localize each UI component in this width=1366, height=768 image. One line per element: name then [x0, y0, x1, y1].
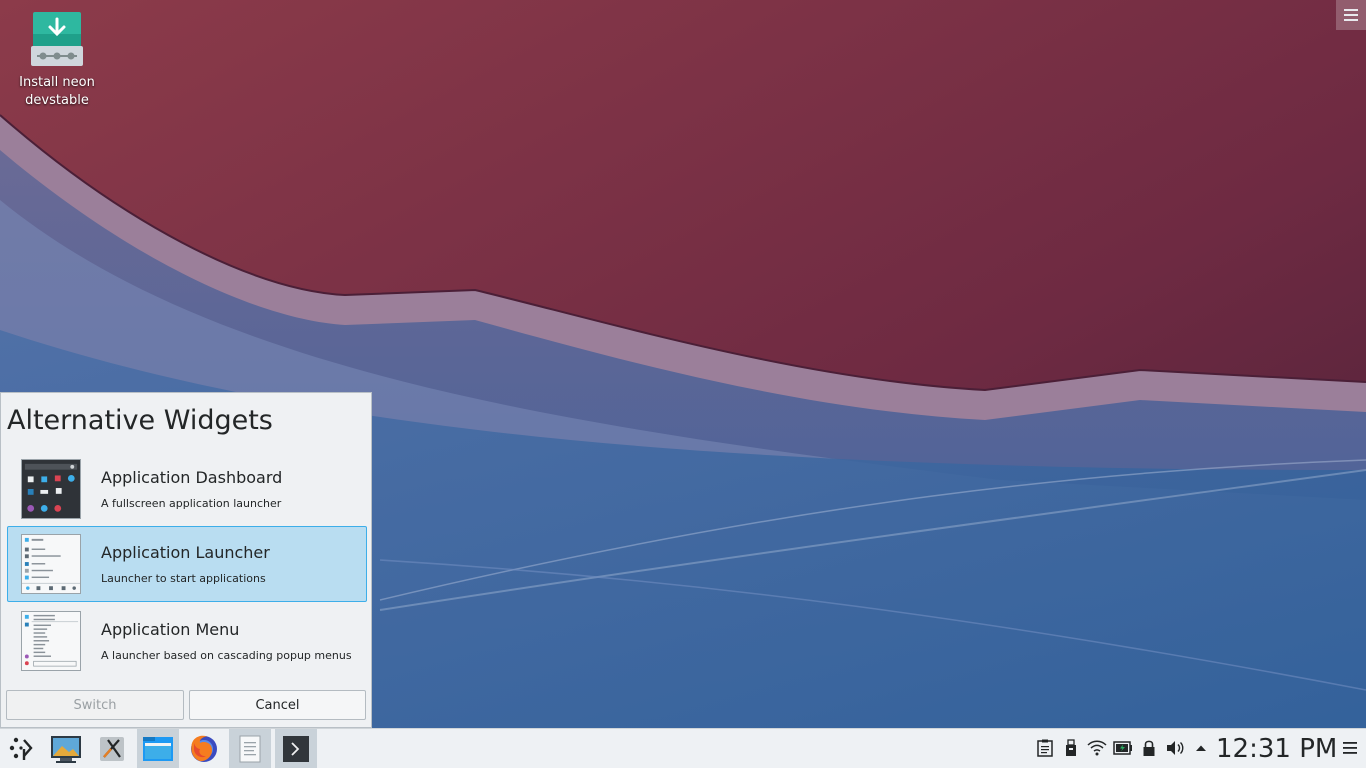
alternative-item-dashboard[interactable]: Application Dashboard A fullscreen appli… — [7, 451, 367, 527]
taskbar: 12:31 PM — [0, 728, 1366, 768]
dashboard-thumbnail-icon — [21, 459, 81, 519]
file-manager-icon — [143, 736, 173, 761]
alternative-widgets-panel: Alternative Widgets Application Dashboar… — [0, 392, 372, 728]
panel-menu-icon — [1343, 742, 1357, 754]
clipboard-icon — [1037, 739, 1053, 757]
tray-clipboard[interactable] — [1034, 737, 1056, 759]
panel-options-button[interactable] — [1339, 737, 1361, 759]
alternative-description: A fullscreen application launcher — [101, 497, 282, 510]
switch-button[interactable]: Switch — [6, 690, 184, 720]
task-terminal[interactable] — [275, 729, 317, 768]
download-installer-icon — [31, 12, 83, 66]
screenshot-app-icon — [51, 735, 81, 763]
tray-usb-device[interactable] — [1060, 737, 1082, 759]
desktop-icon-install-neon[interactable]: Install neon devstable — [12, 10, 102, 110]
terminal-icon — [283, 735, 309, 762]
tray-network[interactable] — [1086, 737, 1108, 759]
cancel-button[interactable]: Cancel — [189, 690, 366, 720]
digital-clock[interactable]: 12:31 PM — [1216, 731, 1337, 767]
usb-device-icon — [1066, 739, 1076, 756]
text-editor-icon — [239, 735, 261, 762]
tray-expand[interactable] — [1190, 737, 1212, 759]
volume-icon — [1167, 741, 1184, 755]
hamburger-menu-icon — [1344, 9, 1358, 21]
menu-thumbnail-icon — [21, 611, 81, 671]
tray-volume[interactable] — [1164, 737, 1186, 759]
wifi-icon — [1087, 740, 1107, 756]
task-text-editor[interactable] — [229, 729, 271, 768]
alternative-name: Application Dashboard — [101, 468, 283, 487]
launcher-thumbnail-icon — [21, 534, 81, 594]
lock-icon — [1143, 740, 1155, 756]
task-firefox[interactable] — [183, 729, 225, 768]
expand-tray-icon — [1196, 745, 1206, 751]
task-xorg-app[interactable] — [91, 729, 133, 768]
alternative-description: Launcher to start applications — [101, 572, 266, 585]
tray-lock[interactable] — [1138, 737, 1160, 759]
alternative-item-launcher[interactable]: Application Launcher Launcher to start a… — [7, 526, 367, 602]
task-file-manager[interactable] — [137, 729, 179, 768]
task-screenshot-app[interactable] — [45, 729, 87, 768]
alternative-description: A launcher based on cascading popup menu… — [101, 649, 352, 662]
firefox-icon — [191, 735, 217, 762]
panel-title: Alternative Widgets — [7, 405, 273, 436]
alternative-name: Application Menu — [101, 620, 240, 639]
xorg-app-icon — [100, 736, 124, 761]
alternative-item-menu[interactable]: Application Menu A launcher based on cas… — [7, 603, 367, 679]
desktop-toolbox-button[interactable] — [1336, 0, 1366, 30]
desktop-icon-label: Install neon devstable — [19, 75, 95, 108]
kde-launcher-icon — [9, 737, 33, 760]
tray-battery[interactable] — [1112, 737, 1134, 759]
application-launcher-button[interactable] — [0, 729, 42, 768]
alternative-name: Application Launcher — [101, 543, 270, 562]
battery-icon — [1113, 741, 1132, 755]
